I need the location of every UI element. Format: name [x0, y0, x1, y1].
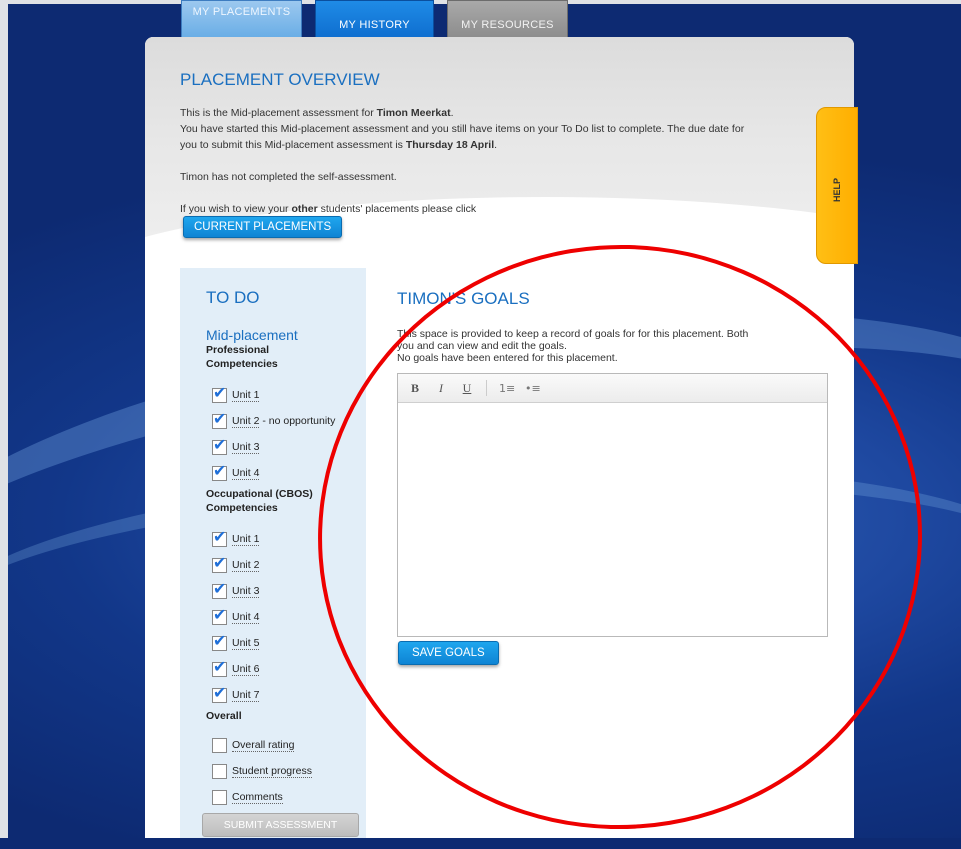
goals-title: TIMON'S GOALS — [397, 289, 530, 308]
window-edge — [0, 0, 8, 838]
todo-item-student-progress[interactable]: Student progress — [212, 761, 312, 781]
todo-stage: Mid-placement — [206, 327, 298, 343]
checkbox-unchecked[interactable] — [212, 737, 227, 753]
other-placements-text: If you wish to view your other students'… — [180, 203, 477, 215]
toolbar-separator — [486, 380, 487, 396]
unordered-list-icon[interactable]: •≡ — [525, 382, 541, 395]
ordered-list-icon[interactable]: 1≡ — [499, 382, 515, 395]
tab-my-history[interactable]: My History — [315, 0, 434, 38]
italic-button[interactable]: I — [434, 381, 448, 396]
section-professional-competencies: Professional Competencies — [206, 344, 278, 370]
todo-item-cbos-unit-7[interactable]: Unit 7 — [212, 683, 260, 705]
checkbox-checked[interactable] — [212, 553, 227, 573]
tab-my-placements[interactable]: My Placements — [181, 0, 302, 38]
tab-my-resources[interactable]: My Resources — [447, 0, 568, 38]
overview-line-2: You have started this Mid-placement asse… — [180, 123, 745, 135]
page-title: PLACEMENT OVERVIEW — [180, 70, 380, 89]
todo-item-professional-unit-1[interactable]: Unit 1 — [212, 383, 260, 405]
submit-assessment-button[interactable]: SUBMIT ASSESSMENT — [202, 813, 359, 837]
todo-item-comments[interactable]: Comments — [212, 787, 283, 807]
checkbox-unchecked[interactable] — [212, 763, 227, 779]
todo-item-cbos-unit-3[interactable]: Unit 3 — [212, 579, 260, 601]
todo-item-cbos-unit-1[interactable]: Unit 1 — [212, 527, 260, 549]
main-panel: PLACEMENT OVERVIEW This is the Mid-place… — [145, 37, 854, 838]
checkbox-checked[interactable] — [212, 657, 227, 677]
checkbox-checked[interactable] — [212, 409, 227, 429]
help-label: HELP — [832, 177, 842, 203]
todo-item-professional-unit-4[interactable]: Unit 4 — [212, 461, 260, 483]
due-date: Thursday 18 April — [405, 139, 495, 151]
checkbox-checked[interactable] — [212, 383, 227, 403]
todo-item-cbos-unit-2[interactable]: Unit 2 — [212, 553, 260, 575]
overview-line-1: This is the Mid-placement assessment for… — [180, 107, 454, 119]
overview-line-3: you to submit this Mid-placement assessm… — [180, 139, 498, 151]
checkbox-checked[interactable] — [212, 527, 227, 547]
section-overall: Overall — [206, 710, 242, 722]
student-name: Timon Meerkat — [376, 107, 451, 119]
save-goals-button[interactable]: SAVE GOALS — [398, 641, 499, 665]
todo-item-cbos-unit-6[interactable]: Unit 6 — [212, 657, 260, 679]
checkbox-checked[interactable] — [212, 605, 227, 625]
section-occupational-competencies: Occupational (CBOS) Competencies — [206, 488, 313, 514]
todo-item-cbos-unit-5[interactable]: Unit 5 — [212, 631, 260, 653]
checkbox-unchecked[interactable] — [212, 789, 227, 805]
goals-description: This space is provided to keep a record … — [397, 328, 749, 364]
checkbox-checked[interactable] — [212, 683, 227, 703]
todo-item-professional-unit-2[interactable]: Unit 2 - no opportunity — [212, 409, 335, 431]
self-assessment-status: Timon has not completed the self-assessm… — [180, 171, 397, 183]
todo-sidebar: TO DO Mid-placement Professional Compete… — [180, 268, 366, 838]
todo-title: TO DO — [206, 288, 260, 307]
goals-textarea[interactable] — [398, 403, 827, 637]
checkbox-checked[interactable] — [212, 631, 227, 651]
todo-item-overall-rating[interactable]: Overall rating — [212, 735, 295, 755]
todo-item-cbos-unit-4[interactable]: Unit 4 — [212, 605, 260, 627]
editor-toolbar: B I U 1≡ •≡ — [398, 374, 827, 403]
goals-editor: B I U 1≡ •≡ — [397, 373, 828, 637]
todo-item-professional-unit-3[interactable]: Unit 3 — [212, 435, 260, 457]
overview-text: This is the Mid-placement assessment for… — [180, 105, 780, 217]
checkbox-checked[interactable] — [212, 461, 227, 481]
bold-button[interactable]: B — [408, 381, 422, 396]
checkbox-checked[interactable] — [212, 579, 227, 599]
checkbox-checked[interactable] — [212, 435, 227, 455]
current-placements-button[interactable]: CURRENT PLACEMENTS — [183, 216, 343, 238]
underline-button[interactable]: U — [460, 381, 474, 396]
help-tab[interactable]: HELP — [816, 107, 858, 264]
